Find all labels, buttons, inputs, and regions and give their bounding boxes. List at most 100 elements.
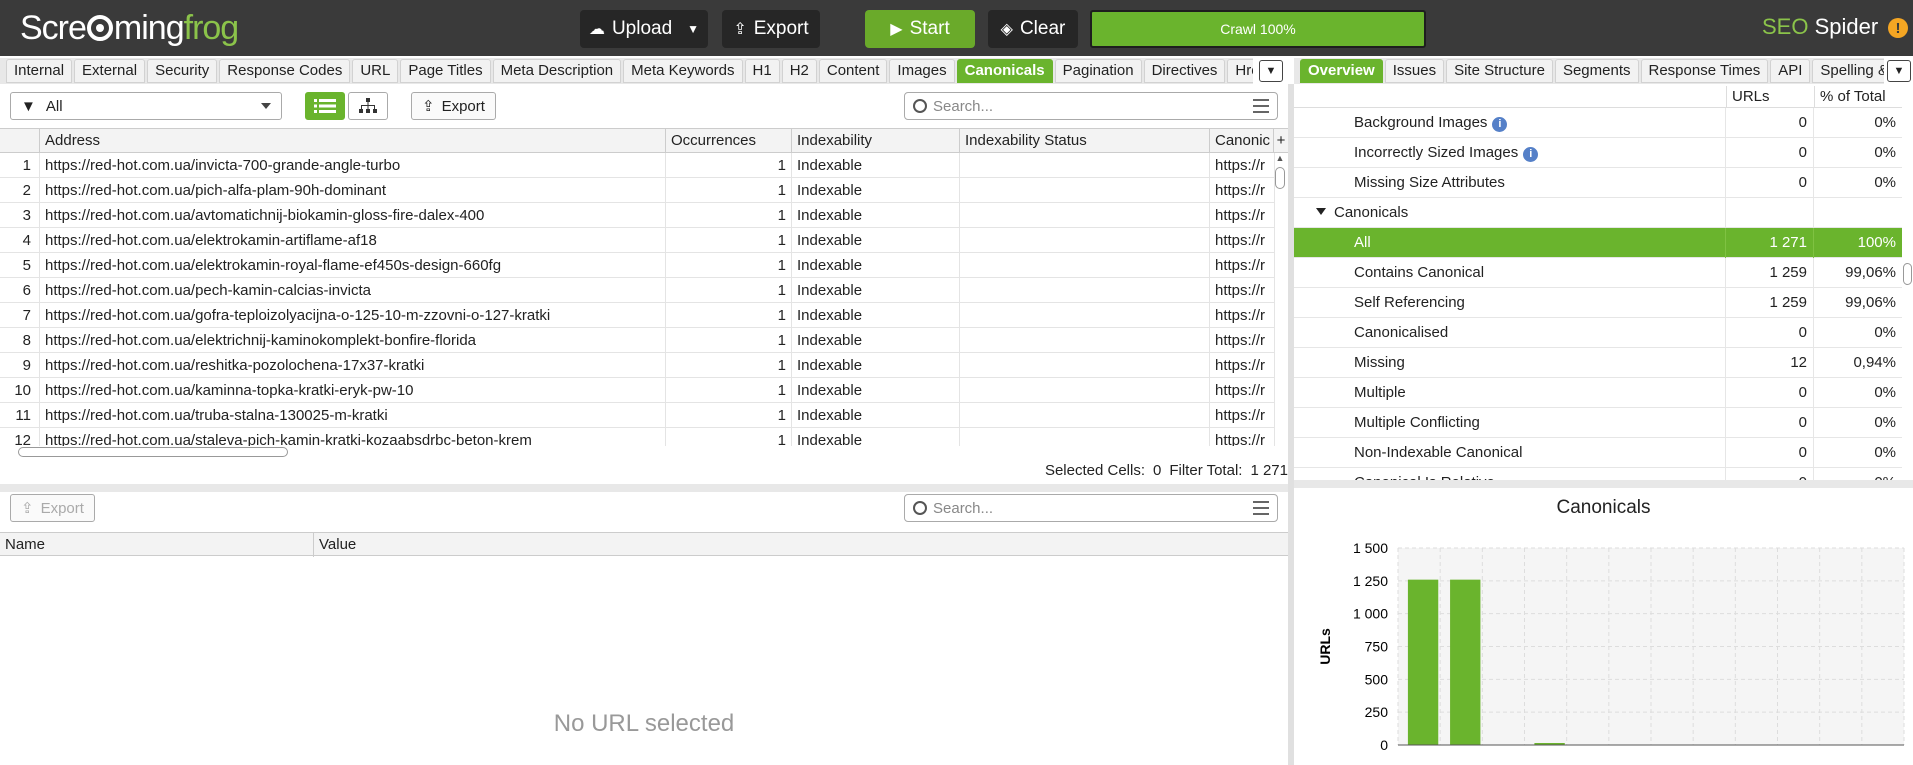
overview-scroll-thumb[interactable] — [1903, 263, 1912, 285]
upload-button[interactable]: ☁ Upload ▼ — [580, 10, 708, 48]
notification-icon[interactable]: ! — [1888, 18, 1908, 38]
row-indexability[interactable]: Indexable — [792, 353, 960, 378]
tab-content[interactable]: Content — [818, 59, 888, 83]
tab-canonicals[interactable]: Canonicals — [956, 59, 1053, 83]
details-search-input[interactable]: Search... — [904, 494, 1278, 522]
row-indexability-status[interactable] — [960, 403, 1210, 428]
row-indexability[interactable]: Indexable — [792, 428, 960, 446]
table-row[interactable]: 1 https://red-hot.com.ua/invicta-700-gran… — [0, 153, 1275, 178]
overview-row[interactable]: Missing 12 0,94% — [1294, 348, 1902, 378]
row-indexability[interactable]: Indexable — [792, 228, 960, 253]
tab-images[interactable]: Images — [889, 59, 955, 83]
overview-row[interactable]: Background Images i 0 0% — [1294, 108, 1902, 138]
row-indexability[interactable]: Indexable — [792, 278, 960, 303]
table-row[interactable]: 3 https://red-hot.com.ua/avtomatichnij-bi… — [0, 203, 1275, 228]
row-indexability-status[interactable] — [960, 278, 1210, 303]
overview-row[interactable]: Canonicals — [1294, 198, 1902, 228]
scroll-up-icon[interactable]: ▲ — [1274, 153, 1286, 163]
row-occurrences[interactable]: 1 — [666, 153, 792, 178]
right-tabs-more-button[interactable]: ▼ — [1887, 60, 1911, 82]
table-row[interactable]: 8 https://red-hot.com.ua/elektrichnij-kam… — [0, 328, 1275, 353]
row-canonical[interactable]: https://r — [1210, 403, 1275, 428]
table-row[interactable]: 2 https://red-hot.com.ua/pich-alfa-plam-9… — [0, 178, 1275, 203]
row-address[interactable]: https://red-hot.com.ua/elektrokamin-arti… — [40, 228, 666, 253]
tab-pagination[interactable]: Pagination — [1054, 59, 1142, 83]
row-address[interactable]: https://red-hot.com.ua/elektrokamin-roya… — [40, 253, 666, 278]
row-indexability-status[interactable] — [960, 353, 1210, 378]
row-occurrences[interactable]: 1 — [666, 203, 792, 228]
grid-vertical-scrollbar[interactable]: ▲ — [1274, 153, 1286, 441]
row-canonical[interactable]: https://r — [1210, 378, 1275, 403]
tab-h2[interactable]: H2 — [781, 59, 817, 83]
row-canonical[interactable]: https://r — [1210, 328, 1275, 353]
row-indexability-status[interactable] — [960, 253, 1210, 278]
row-indexability-status[interactable] — [960, 328, 1210, 353]
row-occurrences[interactable]: 1 — [666, 403, 792, 428]
details-header-value[interactable]: Value — [314, 533, 1288, 557]
search-options-icon[interactable] — [1253, 501, 1269, 515]
row-index[interactable]: 8 — [0, 328, 40, 353]
overview-row[interactable]: Incorrectly Sized Images i 0 0% — [1294, 138, 1902, 168]
row-index[interactable]: 1 — [0, 153, 40, 178]
right-panel-splitter[interactable] — [1294, 480, 1913, 488]
row-indexability[interactable]: Indexable — [792, 178, 960, 203]
row-indexability-status[interactable] — [960, 428, 1210, 446]
info-icon[interactable]: i — [1523, 147, 1539, 162]
row-occurrences[interactable]: 1 — [666, 328, 792, 353]
tab-meta-description[interactable]: Meta Description — [492, 59, 622, 83]
row-index[interactable]: 10 — [0, 378, 40, 403]
row-occurrences[interactable]: 1 — [666, 428, 792, 446]
chart-bar[interactable] — [1450, 579, 1481, 745]
row-indexability-status[interactable] — [960, 153, 1210, 178]
row-index[interactable]: 9 — [0, 353, 40, 378]
row-occurrences[interactable]: 1 — [666, 228, 792, 253]
row-canonical[interactable]: https://r — [1210, 428, 1275, 446]
row-occurrences[interactable]: 1 — [666, 178, 792, 203]
overview-row[interactable]: Non-Indexable Canonical 0 0% — [1294, 438, 1902, 468]
row-indexability[interactable]: Indexable — [792, 328, 960, 353]
row-indexability-status[interactable] — [960, 178, 1210, 203]
panel-splitter[interactable] — [0, 484, 1288, 492]
details-header-name[interactable]: Name — [0, 533, 314, 557]
row-index[interactable]: 11 — [0, 403, 40, 428]
row-index[interactable]: 7 — [0, 303, 40, 328]
export-button[interactable]: ⇪ Export — [722, 10, 820, 48]
row-index[interactable]: 3 — [0, 203, 40, 228]
expand-triangle-icon[interactable] — [1316, 208, 1326, 215]
tab-hrefla[interactable]: Hrefla — [1227, 59, 1253, 83]
right-tab-issues[interactable]: Issues — [1384, 59, 1445, 83]
row-canonical[interactable]: https://r — [1210, 203, 1275, 228]
row-canonical[interactable]: https://r — [1210, 278, 1275, 303]
row-index[interactable]: 5 — [0, 253, 40, 278]
overview-row[interactable]: Canonicalised 0 0% — [1294, 318, 1902, 348]
info-icon[interactable]: i — [1492, 117, 1508, 132]
right-tab-segments[interactable]: Segments — [1554, 59, 1639, 83]
table-row[interactable]: 4 https://red-hot.com.ua/elektrokamin-art… — [0, 228, 1275, 253]
overview-row[interactable]: Multiple 0 0% — [1294, 378, 1902, 408]
row-canonical[interactable]: https://r — [1210, 303, 1275, 328]
tab-response-codes[interactable]: Response Codes — [219, 59, 351, 83]
grid-header-indexability[interactable]: Indexability — [792, 129, 960, 153]
tree-view-button[interactable] — [348, 92, 388, 120]
table-row[interactable]: 7 https://red-hot.com.ua/gofra-teploizoly… — [0, 303, 1275, 328]
overview-row[interactable]: Missing Size Attributes 0 0% — [1294, 168, 1902, 198]
search-options-icon[interactable] — [1253, 99, 1269, 113]
overview-row[interactable]: Self Referencing 1 259 99,06% — [1294, 288, 1902, 318]
row-address[interactable]: https://red-hot.com.ua/gofra-teploizolya… — [40, 303, 666, 328]
row-address[interactable]: https://red-hot.com.ua/kaminna-topka-kra… — [40, 378, 666, 403]
tab-meta-keywords[interactable]: Meta Keywords — [623, 59, 743, 83]
row-canonical[interactable]: https://r — [1210, 353, 1275, 378]
tab-external[interactable]: External — [74, 59, 146, 83]
row-address[interactable]: https://red-hot.com.ua/avtomatichnij-bio… — [40, 203, 666, 228]
row-indexability[interactable]: Indexable — [792, 153, 960, 178]
row-occurrences[interactable]: 1 — [666, 253, 792, 278]
row-address[interactable]: https://red-hot.com.ua/elektrichnij-kami… — [40, 328, 666, 353]
table-row[interactable]: 5 https://red-hot.com.ua/elektrokamin-roy… — [0, 253, 1275, 278]
grid-header-address[interactable]: Address — [40, 129, 666, 153]
tab-internal[interactable]: Internal — [6, 59, 73, 83]
row-indexability-status[interactable] — [960, 228, 1210, 253]
row-address[interactable]: https://red-hot.com.ua/reshitka-pozoloch… — [40, 353, 666, 378]
row-canonical[interactable]: https://r — [1210, 228, 1275, 253]
tab-url[interactable]: URL — [352, 59, 399, 83]
row-indexability-status[interactable] — [960, 203, 1210, 228]
